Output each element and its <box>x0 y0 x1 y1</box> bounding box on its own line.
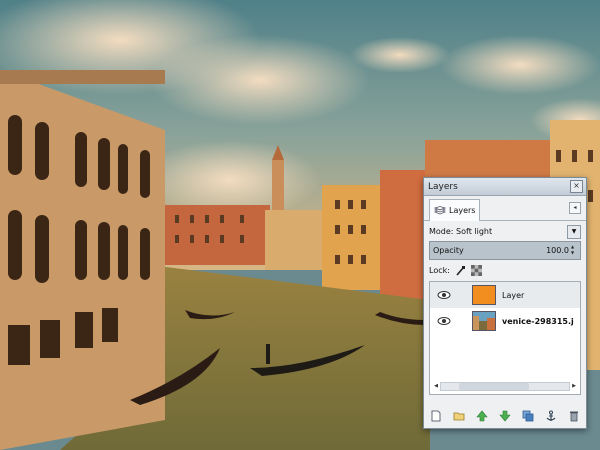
delete-layer-icon[interactable] <box>568 410 581 423</box>
duplicate-layer-icon[interactable] <box>522 410 535 423</box>
layers-list: Layer venice-298315.j ◀ ▶ <box>429 281 581 395</box>
opacity-label: Opacity <box>433 246 464 255</box>
lower-layer-icon[interactable] <box>498 410 511 423</box>
mode-label: Mode: <box>429 227 454 236</box>
new-layer-icon[interactable] <box>429 410 442 423</box>
tab-layers[interactable]: Layers <box>429 199 481 221</box>
layer-row[interactable]: venice-298315.j <box>430 308 580 334</box>
lock-pixels-icon[interactable] <box>455 265 466 276</box>
mode-selector[interactable]: Mode: Soft light ▼ <box>429 224 581 239</box>
tab-bar: Layers ◂ <box>424 196 586 221</box>
anchor-layer-icon[interactable] <box>545 410 558 423</box>
layers-dialog: Layers × Layers ◂ Mode: Soft light ▼ Opa… <box>423 177 587 429</box>
layers-horizontal-scrollbar[interactable]: ◀ ▶ <box>432 382 578 391</box>
lock-alpha-icon[interactable] <box>470 264 482 276</box>
raise-layer-icon[interactable] <box>475 410 488 423</box>
scroll-left-icon[interactable]: ◀ <box>432 382 440 391</box>
layer-thumbnail <box>472 311 496 331</box>
layer-name[interactable]: venice-298315.j <box>502 317 574 326</box>
layer-name[interactable]: Layer <box>502 291 524 300</box>
tab-layers-label: Layers <box>449 206 476 215</box>
tab-menu-button[interactable]: ◂ <box>569 202 581 214</box>
layers-toolbar <box>429 408 581 424</box>
opacity-value: 100.0 <box>546 246 569 255</box>
lock-row: Lock: <box>429 263 581 277</box>
chevron-down-icon[interactable]: ▼ <box>567 224 581 239</box>
new-layer-group-icon[interactable] <box>452 410 465 423</box>
scroll-thumb[interactable] <box>459 383 529 390</box>
close-button[interactable]: × <box>570 180 583 193</box>
dialog-titlebar[interactable]: Layers × <box>424 178 586 196</box>
layer-row[interactable]: Layer <box>430 282 580 308</box>
lock-label: Lock: <box>429 265 450 275</box>
opacity-slider[interactable]: Opacity 100.0 ▲ ▼ <box>429 241 581 260</box>
scroll-right-icon[interactable]: ▶ <box>570 382 578 391</box>
dialog-title: Layers <box>428 181 458 192</box>
layers-icon <box>434 205 446 214</box>
mode-value: Soft light <box>456 227 493 236</box>
layer-thumbnail <box>472 285 496 305</box>
visibility-eye-icon[interactable] <box>436 290 452 300</box>
opacity-spinner[interactable]: ▲ ▼ <box>571 244 577 257</box>
visibility-eye-icon[interactable] <box>436 316 452 326</box>
